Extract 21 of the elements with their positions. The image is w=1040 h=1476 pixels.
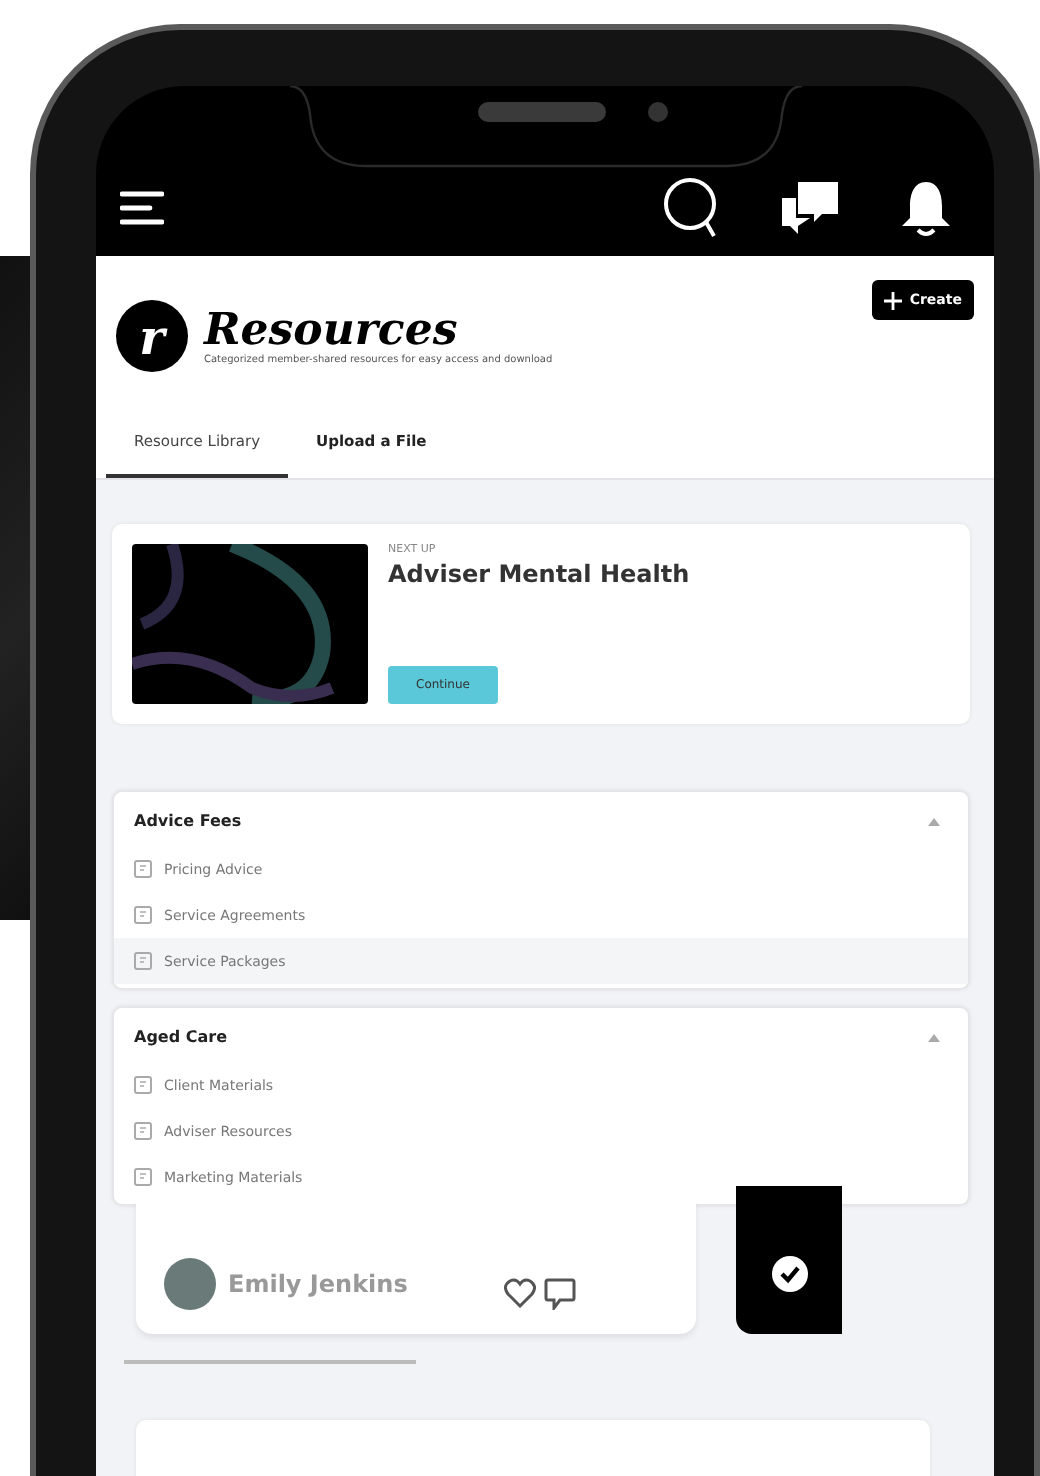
check-circle-icon[interactable]	[771, 1256, 807, 1292]
course-title: Adviser Mental Health	[388, 560, 690, 588]
category-title[interactable]: Advice Fees	[134, 812, 242, 830]
comment-icon[interactable]	[544, 1278, 576, 1310]
search-icon[interactable]	[662, 176, 722, 240]
plus-icon	[883, 291, 902, 309]
document-icon	[134, 906, 152, 924]
page-title: Resources	[204, 306, 460, 354]
author-name: Emily Jenkins	[228, 1270, 408, 1298]
document-icon	[134, 860, 152, 878]
avatar	[164, 1258, 216, 1310]
document-icon	[134, 1168, 152, 1186]
logo: r	[116, 300, 188, 372]
document-icon	[134, 1076, 152, 1094]
menu-icon[interactable]	[120, 190, 164, 226]
document-icon	[134, 1122, 152, 1140]
bell-icon[interactable]	[898, 178, 954, 238]
heart-icon[interactable]	[504, 1278, 536, 1308]
chat-bubbles-icon[interactable]	[778, 178, 842, 238]
document-icon	[134, 952, 152, 970]
category-title[interactable]: Aged Care	[134, 1028, 227, 1046]
